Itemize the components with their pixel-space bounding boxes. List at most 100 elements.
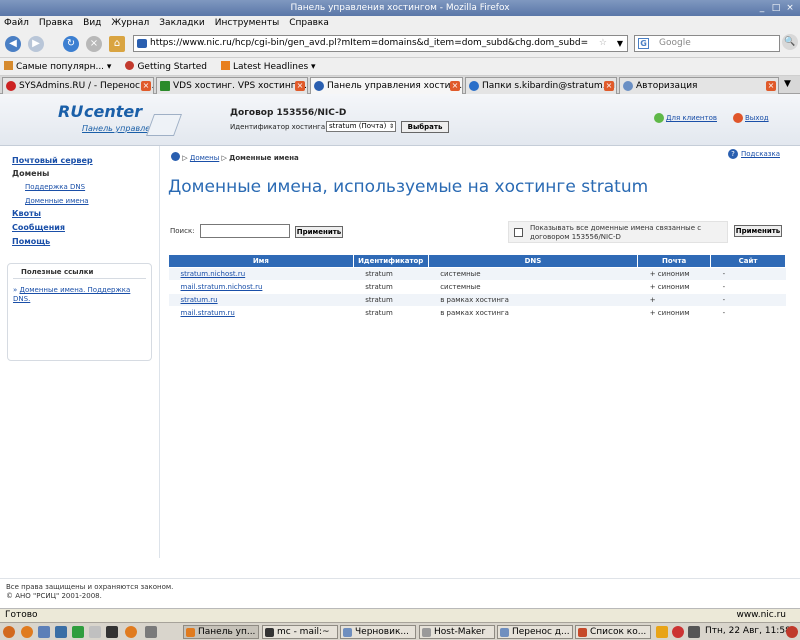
clients-link[interactable]: Для клиентов [654, 113, 717, 123]
menu-history[interactable]: Журнал [111, 18, 149, 28]
help-launcher-icon[interactable] [89, 626, 101, 638]
maximize-icon[interactable]: □ [770, 2, 782, 14]
home-icon[interactable]: ⌂ [109, 36, 125, 52]
update-notification-icon[interactable] [656, 626, 668, 638]
nav-messages[interactable]: Сообщения [12, 223, 65, 232]
url-dropdown-icon[interactable]: ▼ [617, 36, 623, 51]
useful-link-dns[interactable]: » Доменные имена. Поддержка DNS. [13, 286, 143, 304]
reload-icon[interactable]: ↻ [63, 36, 79, 52]
domain-name-link[interactable]: stratum.ru [168, 293, 354, 307]
address-bar[interactable]: https://www.nic.ru/hcp/cgi-bin/gen_avd.p… [133, 35, 628, 52]
help-link[interactable]: ? Подсказка [728, 149, 780, 159]
tab-mail-folders[interactable]: Папки s.kibardin@stratum.ru × [465, 77, 617, 94]
calc-launcher-icon[interactable] [72, 626, 84, 638]
window-icon [422, 628, 431, 637]
choose-button[interactable]: Выбрать [401, 121, 449, 133]
menu-tools[interactable]: Инструменты [215, 18, 279, 28]
list-icon [578, 628, 587, 637]
home-breadcrumb-icon[interactable] [171, 152, 180, 161]
tab-label: VDS хостинг. VPS хостинг.... [173, 81, 307, 91]
taskbar-item-hostmaker[interactable]: Host-Maker [419, 625, 495, 639]
col-site[interactable]: Сайт [710, 254, 786, 268]
tab-sysadmins[interactable]: SYSAdmins.RU / - Перенос п... × [2, 77, 154, 94]
clients-link-label: Для клиентов [666, 114, 717, 122]
terminal-launcher-icon[interactable] [106, 626, 118, 638]
bookmark-star-icon[interactable]: ☆ [599, 36, 607, 51]
menu-edit[interactable]: Правка [39, 18, 73, 28]
apply-filter-button[interactable]: Применить [734, 225, 782, 237]
tab-favicon-icon [469, 81, 479, 91]
tab-close-icon[interactable]: × [766, 81, 776, 91]
nav-quotas[interactable]: Квоты [12, 209, 41, 218]
show-all-checkbox[interactable] [514, 228, 523, 237]
apply-search-button[interactable]: Применить [295, 226, 343, 238]
tab-bar: SYSAdmins.RU / - Перенос п... × VDS хост… [0, 76, 800, 94]
back-icon[interactable]: ◀ [5, 36, 21, 52]
tab-close-icon[interactable]: × [295, 81, 305, 91]
mail-launcher-icon[interactable] [38, 626, 50, 638]
domain-site: - [710, 293, 786, 307]
domain-dns: системные [428, 280, 638, 294]
menu-file[interactable]: Файл [4, 18, 29, 28]
col-name[interactable]: Имя [168, 254, 354, 268]
menu-bookmarks[interactable]: Закладки [159, 18, 205, 28]
bookmark-getting-started[interactable]: Getting Started [125, 61, 207, 72]
tab-vds[interactable]: VDS хостинг. VPS хостинг.... × [156, 77, 308, 94]
writer-launcher-icon[interactable] [55, 626, 67, 638]
nav-help[interactable]: Помощь [12, 237, 50, 246]
domain-name-link[interactable]: mail.stratum.nichost.ru [168, 280, 354, 294]
show-desktop-icon[interactable] [145, 626, 157, 638]
forward-icon[interactable]: ▶ [28, 36, 44, 52]
tab-close-icon[interactable]: × [141, 81, 151, 91]
col-identifier[interactable]: Идентификатор [352, 254, 429, 268]
system-taskbar: Панель уп... mc - mail:~ Черновик... Hos… [0, 622, 800, 640]
hosting-id-select[interactable]: stratum (Почта) ⇕ [326, 121, 396, 132]
status-bar: Готово www.nic.ru [0, 608, 800, 622]
tab-close-icon[interactable]: × [450, 81, 460, 91]
domain-mail: + синоним [637, 267, 711, 281]
nav-dns-support[interactable]: Поддержка DNS [25, 183, 85, 191]
taskbar-item-firefox[interactable]: Панель уп... [183, 625, 259, 639]
clock[interactable]: Птн, 22 Авг, 11:58 [705, 626, 791, 636]
domains-table: Имя Идентификатор DNS Почта Сайт stratum… [168, 254, 786, 320]
taskbar-item-terminal[interactable]: mc - mail:~ [262, 625, 338, 639]
google-icon[interactable]: G [638, 38, 649, 49]
browser-launcher-icon[interactable] [125, 626, 137, 638]
taskbar-item-list[interactable]: Список ко... [575, 625, 651, 639]
bookmark-most-visited[interactable]: Самые популярн... ▾ [4, 61, 111, 72]
menu-help[interactable]: Справка [289, 18, 329, 28]
clients-icon [654, 113, 664, 123]
breadcrumb-domains[interactable]: Домены [190, 154, 219, 162]
tab-close-icon[interactable]: × [604, 81, 614, 91]
taskbar-item-transfer[interactable]: Перенос д... [497, 625, 573, 639]
alert-icon[interactable] [672, 626, 684, 638]
firefox-launcher-icon[interactable] [21, 626, 33, 638]
search-go-icon[interactable]: 🔍 [782, 34, 798, 50]
stop-icon[interactable]: × [86, 36, 102, 52]
exit-link[interactable]: Выход [733, 113, 769, 123]
ubuntu-menu-icon[interactable] [3, 626, 15, 638]
taskbar-item-label: Панель уп... [198, 627, 256, 637]
domain-name-link[interactable]: mail.stratum.ru [168, 306, 354, 320]
rucenter-logo[interactable]: RU center Панель управления [58, 102, 183, 142]
domain-search-input[interactable] [200, 224, 290, 238]
network-icon[interactable] [688, 626, 700, 638]
col-mail[interactable]: Почта [637, 254, 712, 268]
tab-authorization[interactable]: Авторизация × [619, 77, 779, 94]
nav-domains[interactable]: Домены [12, 169, 49, 178]
search-input[interactable]: G Google [634, 35, 780, 52]
domain-name-link[interactable]: stratum.nichost.ru [168, 267, 354, 281]
power-icon[interactable] [786, 626, 798, 638]
tab-list-icon[interactable]: ▼ [784, 79, 791, 89]
nav-domain-names[interactable]: Доменные имена [25, 197, 89, 205]
footer-rights: Все права защищены и охраняются законом. [6, 583, 174, 591]
nav-mail-server[interactable]: Почтовый сервер [12, 156, 93, 165]
menu-view[interactable]: Вид [83, 18, 101, 28]
taskbar-item-draft[interactable]: Черновик... [340, 625, 416, 639]
col-dns[interactable]: DNS [427, 254, 639, 268]
close-icon[interactable]: × [784, 2, 796, 14]
bookmark-latest-headlines[interactable]: Latest Headlines ▾ [221, 61, 316, 72]
minimize-icon[interactable]: _ [756, 2, 768, 14]
breadcrumb-current: Доменные имена [229, 154, 299, 162]
tab-hosting-panel[interactable]: Панель управления хостин... × [310, 77, 463, 94]
